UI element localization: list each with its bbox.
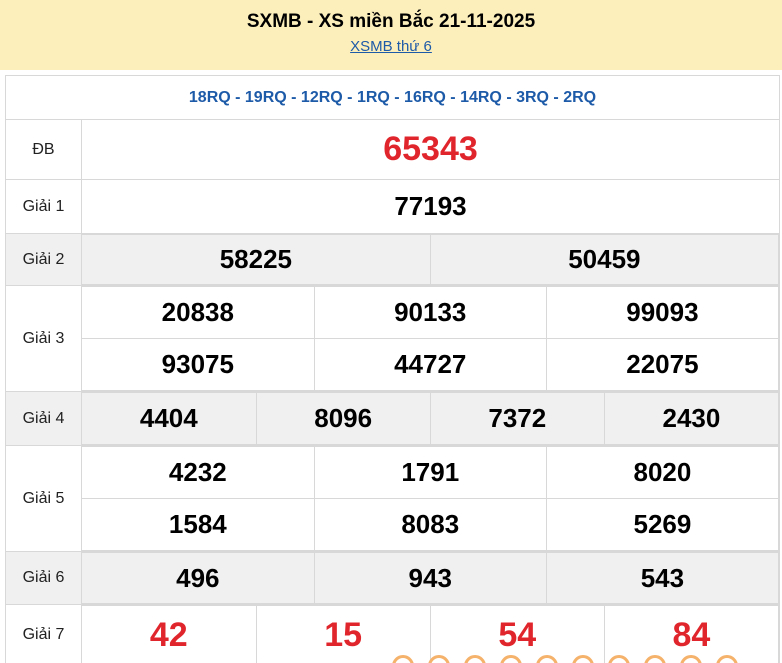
prize-g4-number: 4404 — [82, 392, 257, 445]
dot-icon — [500, 655, 522, 663]
prize-db-row: 65343 — [81, 119, 780, 180]
prize-g3-number: 20838 — [82, 286, 315, 339]
prize-label-g2: Giải 2 — [5, 233, 82, 286]
page-header: SXMB - XS miền Bắc 21-11-2025 XSMB thứ 6 — [0, 0, 782, 70]
prize-g6-number: 543 — [545, 552, 780, 604]
prize-label-g5: Giải 5 — [5, 445, 82, 552]
dot-icon — [608, 655, 630, 663]
prize-g6-number: 943 — [313, 552, 547, 604]
page-title: SXMB - XS miền Bắc 21-11-2025 — [246, 11, 536, 32]
dot-icon — [428, 655, 450, 663]
prize-g5-number: 8083 — [313, 498, 547, 551]
dot-icon — [572, 655, 594, 663]
prize-label-g4: Giải 4 — [5, 391, 82, 446]
prize-g3-number: 90133 — [313, 286, 547, 339]
prize-g3-number: 22075 — [545, 338, 780, 391]
prize-label-g6: Giải 6 — [5, 551, 82, 605]
prize-g5-number: 8020 — [545, 446, 780, 499]
prize-g1-number: 77193 — [394, 191, 467, 221]
loading-dots — [392, 655, 772, 663]
prize-g5-number: 1791 — [313, 446, 547, 499]
prize-g2-number: 58225 — [82, 234, 431, 285]
prize-g4-number: 7372 — [429, 392, 605, 445]
dot-icon — [716, 655, 738, 663]
prize-label-g1: Giải 1 — [5, 179, 82, 234]
dot-icon — [644, 655, 666, 663]
prize-g5-number: 1584 — [82, 498, 315, 551]
prize-g7-number: 42 — [82, 605, 257, 663]
prize-g1-row: 77193 — [81, 179, 780, 234]
prize-g3-number: 44727 — [313, 338, 547, 391]
prize-g3-number: 93075 — [82, 338, 315, 391]
prize-db-number: 65343 — [383, 130, 478, 168]
prize-g5-row: 4232 1791 8020 1584 8083 5269 — [81, 445, 780, 552]
prize-g6-row: 496 943 543 — [81, 551, 780, 605]
dot-icon — [536, 655, 558, 663]
prize-g2-row: 58225 50459 — [81, 233, 780, 286]
prize-g4-number: 8096 — [255, 392, 431, 445]
results-table: ĐB 65343 Giải 1 77193 Giải 2 58225 50459… — [5, 119, 780, 663]
prize-g4-row: 4404 8096 7372 2430 — [81, 391, 780, 446]
xsmb-day-link[interactable]: XSMB thứ 6 — [0, 38, 782, 55]
prize-label-g3: Giải 3 — [5, 285, 82, 392]
prize-g4-number: 2430 — [603, 392, 780, 445]
prize-g2-number: 50459 — [429, 234, 780, 285]
prize-g3-number: 99093 — [545, 286, 780, 339]
dot-icon — [392, 655, 414, 663]
prize-label-db: ĐB — [5, 119, 82, 180]
special-codes: 18RQ - 19RQ - 12RQ - 1RQ - 16RQ - 14RQ -… — [5, 75, 780, 119]
prize-g3-row: 20838 90133 99093 93075 44727 22075 — [81, 285, 780, 392]
prize-g5-number: 4232 — [82, 446, 315, 499]
dot-icon — [464, 655, 486, 663]
prize-g6-number: 496 — [82, 552, 315, 604]
dot-icon — [680, 655, 702, 663]
prize-label-g7: Giải 7 — [5, 604, 82, 663]
prize-g5-number: 5269 — [545, 498, 780, 551]
